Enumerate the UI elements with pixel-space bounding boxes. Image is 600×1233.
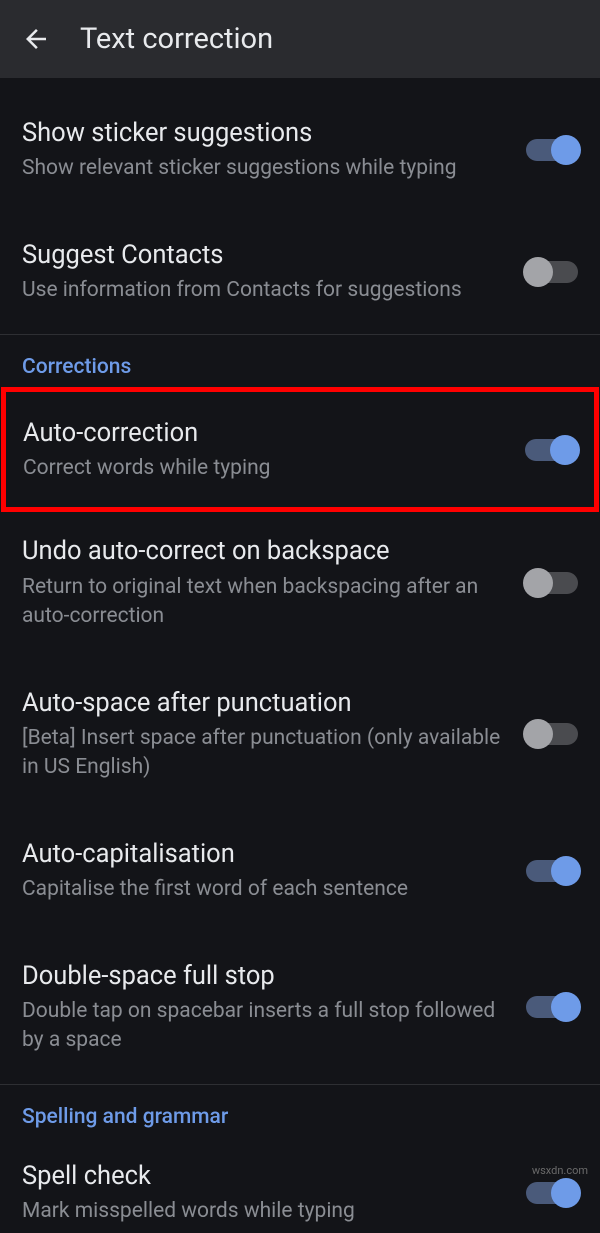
setting-title: Undo auto-correct on backspace	[22, 534, 506, 568]
setting-text: Auto-capitalisation Capitalise the first…	[22, 837, 526, 905]
toggle-thumb	[523, 568, 553, 598]
toggle-spell-check[interactable]	[526, 1182, 578, 1204]
toggle-sticker-suggestions[interactable]	[526, 139, 578, 161]
app-bar: Text correction	[0, 0, 600, 78]
setting-text: Show sticker suggestions Show relevant s…	[22, 116, 526, 184]
setting-text: Auto-correction Correct words while typi…	[23, 416, 525, 484]
setting-title: Auto-capitalisation	[22, 837, 506, 871]
setting-desc: Show relevant sticker suggestions while …	[22, 154, 506, 183]
toggle-thumb	[523, 257, 553, 287]
setting-text: Spell check Mark misspelled words while …	[22, 1159, 526, 1227]
setting-suggest-contacts[interactable]: Suggest Contacts Use information from Co…	[0, 216, 600, 328]
page-title: Text correction	[80, 22, 273, 56]
setting-auto-space[interactable]: Auto-space after punctuation [Beta] Inse…	[0, 664, 600, 805]
setting-desc: Return to original text when backspacing…	[22, 573, 506, 632]
toggle-auto-capitalisation[interactable]	[526, 860, 578, 882]
setting-undo-autocorrect[interactable]: Undo auto-correct on backspace Return to…	[0, 512, 600, 653]
setting-desc: [Beta] Insert space after punctuation (o…	[22, 724, 506, 783]
toggle-thumb	[551, 856, 581, 886]
setting-desc: Correct words while typing	[23, 454, 505, 483]
setting-title: Spell check	[22, 1159, 506, 1193]
header-gap	[0, 78, 600, 94]
toggle-thumb	[551, 1178, 581, 1208]
setting-title: Double-space full stop	[22, 959, 506, 993]
setting-desc: Mark misspelled words while typing	[22, 1197, 506, 1226]
setting-desc: Capitalise the first word of each senten…	[22, 875, 506, 904]
toggle-thumb	[550, 435, 580, 465]
setting-auto-correction[interactable]: Auto-correction Correct words while typi…	[1, 387, 599, 513]
setting-desc: Use information from Contacts for sugges…	[22, 276, 506, 305]
watermark: wsxdn.com	[532, 1164, 588, 1177]
setting-title: Auto-space after punctuation	[22, 686, 506, 720]
back-button[interactable]	[18, 21, 54, 57]
toggle-thumb	[523, 719, 553, 749]
section-spelling: Spelling and grammar	[0, 1085, 600, 1137]
setting-spell-check[interactable]: Spell check Mark misspelled words while …	[0, 1137, 600, 1233]
toggle-auto-correction[interactable]	[525, 439, 577, 461]
setting-desc: Double tap on spacebar inserts a full st…	[22, 997, 506, 1056]
toggle-auto-space[interactable]	[526, 723, 578, 745]
setting-title: Suggest Contacts	[22, 238, 506, 272]
setting-sticker-suggestions[interactable]: Show sticker suggestions Show relevant s…	[0, 94, 600, 206]
toggle-double-space[interactable]	[526, 996, 578, 1018]
setting-auto-capitalisation[interactable]: Auto-capitalisation Capitalise the first…	[0, 815, 600, 927]
setting-text: Suggest Contacts Use information from Co…	[22, 238, 526, 306]
setting-text: Double-space full stop Double tap on spa…	[22, 959, 526, 1056]
setting-text: Undo auto-correct on backspace Return to…	[22, 534, 526, 631]
toggle-thumb	[551, 992, 581, 1022]
toggle-undo-autocorrect[interactable]	[526, 572, 578, 594]
section-corrections: Corrections	[0, 335, 600, 387]
setting-text: Auto-space after punctuation [Beta] Inse…	[22, 686, 526, 783]
toggle-suggest-contacts[interactable]	[526, 261, 578, 283]
toggle-thumb	[551, 135, 581, 165]
setting-title: Show sticker suggestions	[22, 116, 506, 150]
arrow-back-icon	[21, 24, 51, 54]
setting-double-space[interactable]: Double-space full stop Double tap on spa…	[0, 937, 600, 1078]
setting-title: Auto-correction	[23, 416, 505, 450]
